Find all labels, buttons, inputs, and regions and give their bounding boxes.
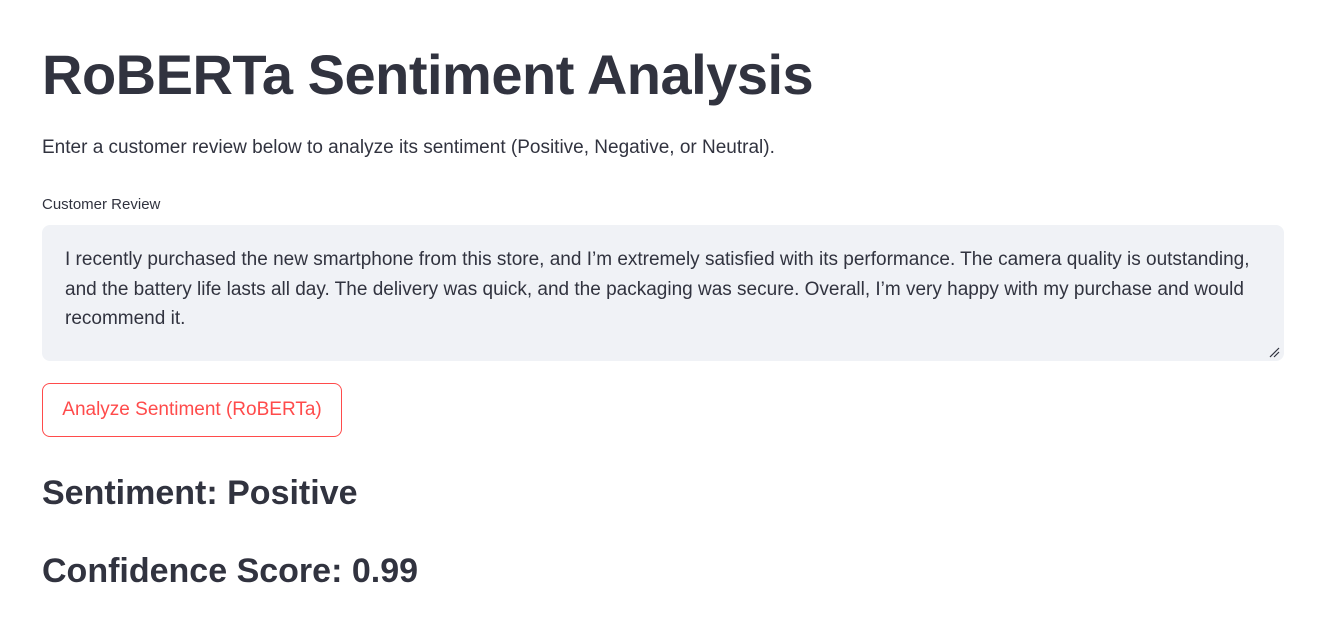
review-field-label: Customer Review [42,196,161,213]
review-textarea-value[interactable]: I recently purchased the new smartphone … [65,245,1256,334]
sentiment-result: Sentiment: Positive [42,474,358,512]
confidence-score: Confidence Score: 0.99 [42,552,419,590]
page-description: Enter a customer review below to analyze… [42,137,775,158]
review-textarea[interactable]: I recently purchased the new smartphone … [42,225,1284,361]
page-title: RoBERTa Sentiment Analysis [42,43,814,106]
analyze-sentiment-button[interactable]: Analyze Sentiment (RoBERTa) [42,383,342,437]
resize-handle-icon[interactable] [1268,346,1280,358]
